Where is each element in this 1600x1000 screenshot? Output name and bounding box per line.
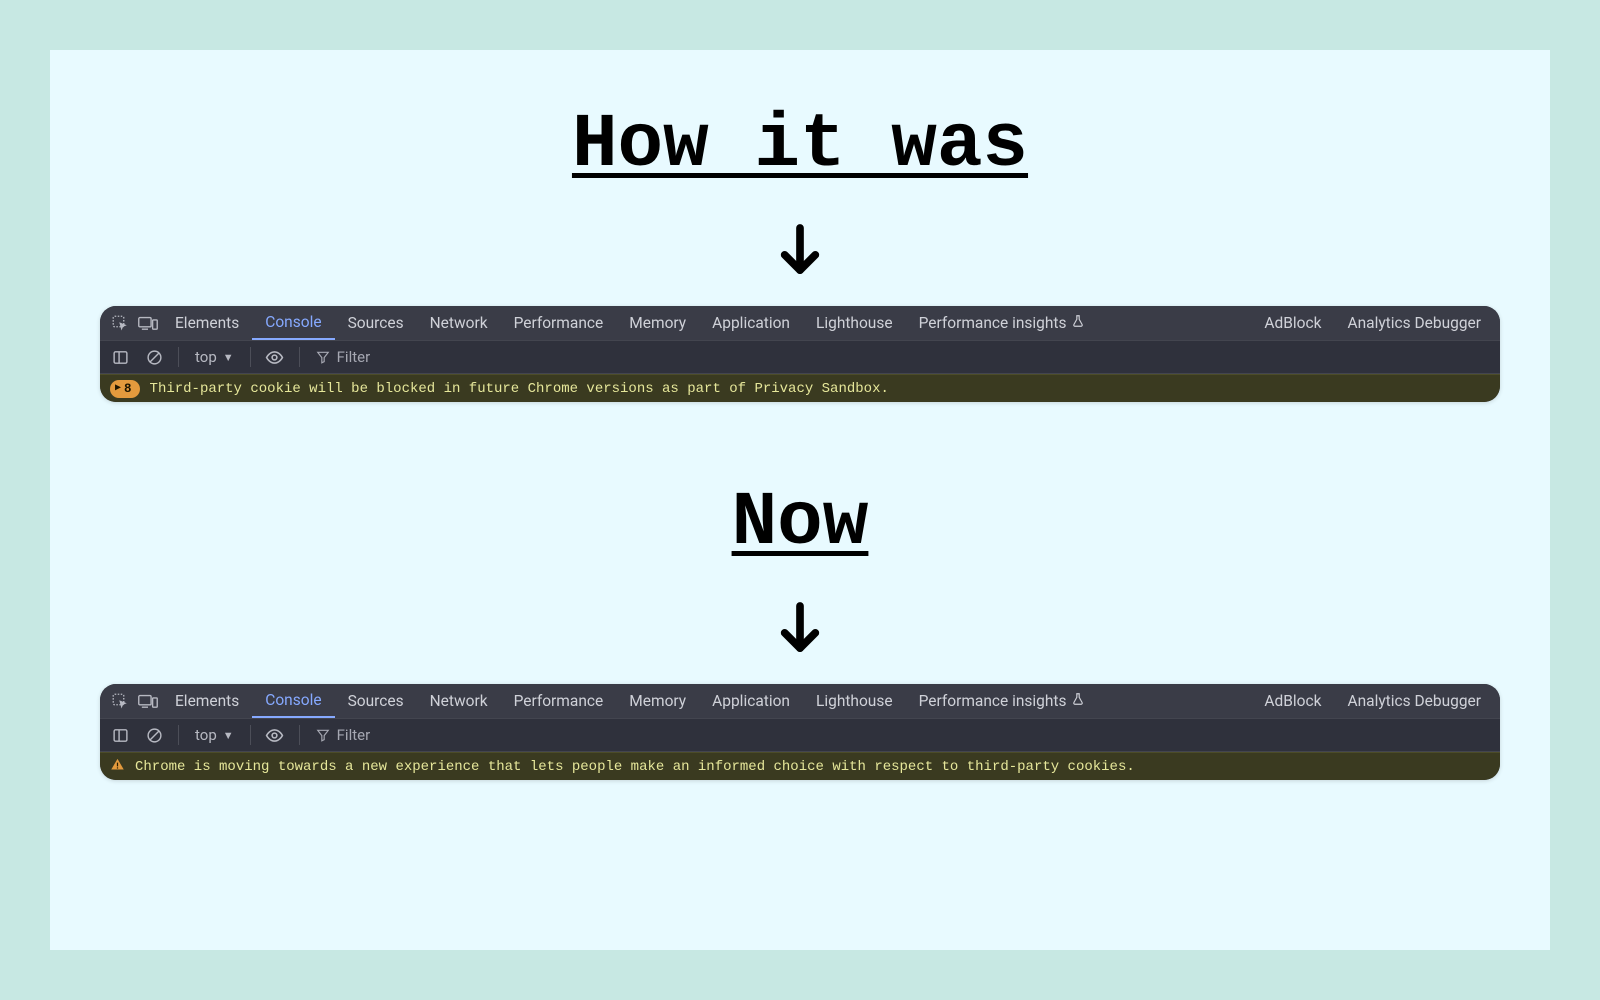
divider <box>299 347 300 367</box>
live-expression-icon[interactable] <box>261 343 289 371</box>
devtools-after: Elements Console Sources Network Perform… <box>100 684 1500 780</box>
tab-memory[interactable]: Memory <box>616 684 699 718</box>
sidebar-toggle-icon[interactable] <box>106 721 134 749</box>
tab-sources[interactable]: Sources <box>335 306 417 340</box>
warning-triangle-icon <box>110 757 125 777</box>
filter-input[interactable]: Filter <box>310 726 377 744</box>
clear-console-icon[interactable] <box>140 343 168 371</box>
arrow-down-icon <box>777 224 823 282</box>
warning-message: Chrome is moving towards a new experienc… <box>135 759 1135 775</box>
device-toggle-icon[interactable] <box>134 687 162 715</box>
devtools-before: Elements Console Sources Network Perform… <box>100 306 1500 402</box>
divider <box>178 347 179 367</box>
tab-network[interactable]: Network <box>417 306 501 340</box>
comparison-card: How it was Elements Consol <box>50 50 1550 950</box>
tab-application[interactable]: Application <box>699 306 803 340</box>
divider <box>299 725 300 745</box>
context-label: top <box>195 348 217 366</box>
tab-console[interactable]: Console <box>252 306 334 340</box>
tab-performance-insights[interactable]: Performance insights <box>906 306 1098 340</box>
clear-console-icon[interactable] <box>140 721 168 749</box>
filter-icon <box>316 728 330 742</box>
tab-analytics-debugger[interactable]: Analytics Debugger <box>1334 306 1494 340</box>
divider <box>178 725 179 745</box>
tab-memory[interactable]: Memory <box>616 306 699 340</box>
tab-analytics-debugger[interactable]: Analytics Debugger <box>1334 684 1494 718</box>
heading-after: Now <box>732 480 869 566</box>
devtools-tabbar: Elements Console Sources Network Perform… <box>100 684 1500 718</box>
filter-placeholder: Filter <box>337 726 371 744</box>
tab-elements[interactable]: Elements <box>162 306 252 340</box>
filter-input[interactable]: Filter <box>310 348 377 366</box>
tab-adblock[interactable]: AdBlock <box>1251 684 1334 718</box>
tab-console[interactable]: Console <box>252 684 334 718</box>
tab-label: Performance insights <box>919 314 1067 332</box>
tab-lighthouse[interactable]: Lighthouse <box>803 684 906 718</box>
divider <box>250 725 251 745</box>
chevron-down-icon: ▼ <box>223 729 234 742</box>
issue-count-badge[interactable]: ▶ 8 <box>110 380 140 398</box>
tab-performance[interactable]: Performance <box>501 684 617 718</box>
tab-lighthouse[interactable]: Lighthouse <box>803 306 906 340</box>
filter-icon <box>316 350 330 364</box>
sidebar-toggle-icon[interactable] <box>106 343 134 371</box>
expand-triangle-icon: ▶ <box>115 382 121 394</box>
warning-message: Third-party cookie will be blocked in fu… <box>150 381 889 397</box>
filter-placeholder: Filter <box>337 348 371 366</box>
arrow-down-icon <box>777 602 823 660</box>
tab-performance-insights[interactable]: Performance insights <box>906 684 1098 718</box>
inspect-icon[interactable] <box>106 687 134 715</box>
live-expression-icon[interactable] <box>261 721 289 749</box>
tab-network[interactable]: Network <box>417 684 501 718</box>
flask-icon <box>1071 692 1085 710</box>
console-toolbar: top ▼ Filter <box>100 340 1500 374</box>
tab-adblock[interactable]: AdBlock <box>1251 306 1334 340</box>
context-selector[interactable]: top ▼ <box>189 348 240 366</box>
context-label: top <box>195 726 217 744</box>
tab-sources[interactable]: Sources <box>335 684 417 718</box>
context-selector[interactable]: top ▼ <box>189 726 240 744</box>
tab-elements[interactable]: Elements <box>162 684 252 718</box>
tab-application[interactable]: Application <box>699 684 803 718</box>
badge-count: 8 <box>124 382 132 396</box>
inspect-icon[interactable] <box>106 309 134 337</box>
divider <box>250 347 251 367</box>
flask-icon <box>1071 314 1085 332</box>
devtools-tabbar: Elements Console Sources Network Perform… <box>100 306 1500 340</box>
console-warning-row[interactable]: ▶ 8 Third-party cookie will be blocked i… <box>100 374 1500 402</box>
tab-performance[interactable]: Performance <box>501 306 617 340</box>
console-toolbar: top ▼ Filter <box>100 718 1500 752</box>
chevron-down-icon: ▼ <box>223 351 234 364</box>
tab-label: Performance insights <box>919 692 1067 710</box>
device-toggle-icon[interactable] <box>134 309 162 337</box>
console-warning-row[interactable]: Chrome is moving towards a new experienc… <box>100 752 1500 780</box>
heading-before: How it was <box>572 102 1028 188</box>
